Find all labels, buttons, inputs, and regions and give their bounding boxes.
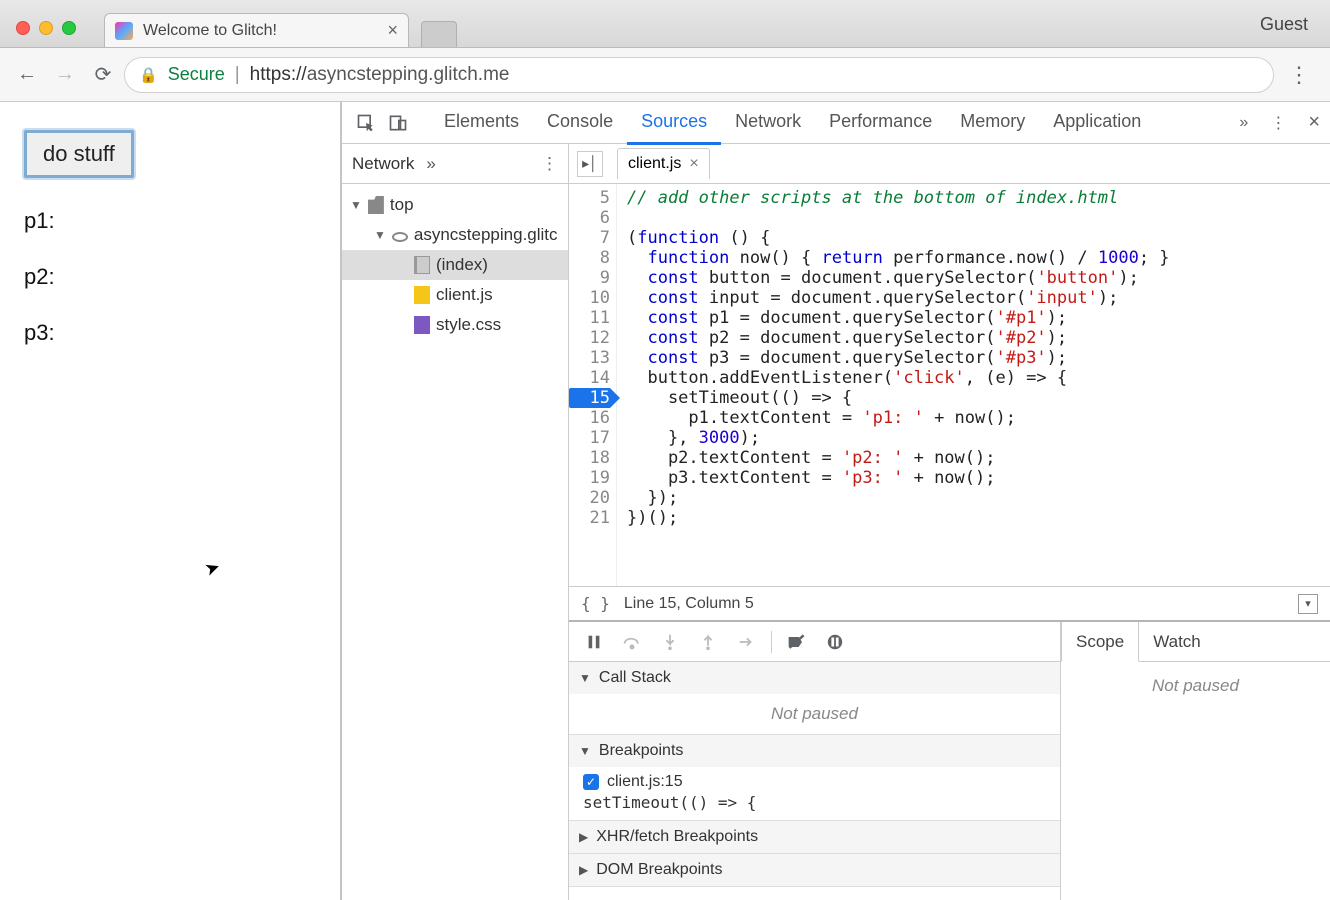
scope-watch-tabs: Scope Watch [1061, 622, 1330, 662]
cursor-position: Line 15, Column 5 [624, 595, 754, 613]
file-tree: ▼top ▼asyncstepping.glitc (index)client.… [342, 184, 568, 346]
devtools-tab-application[interactable]: Application [1039, 101, 1155, 145]
profile-label[interactable]: Guest [1260, 14, 1330, 47]
breakpoint-checkbox[interactable]: ✓ [583, 774, 599, 790]
devtools-tab-console[interactable]: Console [533, 101, 627, 145]
devtools-tab-sources[interactable]: Sources [627, 101, 721, 145]
navigator-menu-icon[interactable]: ⋮ [541, 154, 558, 174]
breakpoints-section: ▼Breakpoints ✓ client.js:15 setTimeout((… [569, 735, 1060, 821]
traffic-lights [0, 21, 76, 47]
source-tab-clientjs[interactable]: client.js × [617, 148, 710, 179]
navigator-tabstrip: Network » ⋮ [342, 144, 568, 184]
code-editor[interactable]: 56789101112131415161718192021 // add oth… [569, 184, 1330, 586]
breakpoints-header[interactable]: ▼Breakpoints [569, 735, 1060, 767]
scope-tab[interactable]: Scope [1061, 622, 1139, 662]
tab-strip: Welcome to Glitch! × [104, 0, 1260, 47]
devtools-tab-memory[interactable]: Memory [946, 101, 1039, 145]
maximize-window-button[interactable] [62, 21, 76, 35]
close-window-button[interactable] [16, 21, 30, 35]
more-tabs-icon[interactable]: » [1239, 114, 1248, 132]
p1-label: p1: [24, 208, 316, 234]
devtools-tabstrip: ElementsConsoleSourcesNetworkPerformance… [342, 102, 1330, 144]
pause-button[interactable] [577, 627, 611, 657]
file-tree-item[interactable]: client.js [342, 280, 568, 310]
step-button[interactable] [729, 627, 763, 657]
reload-button[interactable]: ⟳ [86, 58, 120, 92]
file-tree-item[interactable]: (index) [342, 250, 568, 280]
page-content: do stuff p1: p2: p3: ➤ [0, 102, 342, 900]
close-source-tab-icon[interactable]: × [689, 155, 698, 173]
omnibar: ← → ⟳ 🔒 Secure | https://asyncstepping.g… [0, 48, 1330, 102]
pause-on-exceptions-button[interactable] [818, 627, 852, 657]
devtools-tab-elements[interactable]: Elements [430, 101, 533, 145]
tree-domain[interactable]: ▼asyncstepping.glitc [342, 220, 568, 250]
breakpoint-item[interactable]: ✓ client.js:15 [569, 767, 1060, 793]
cursor-icon: ➤ [202, 556, 223, 581]
close-tab-icon[interactable]: × [387, 20, 398, 41]
source-pane: ▸│ client.js × 5678910111213141516171819… [569, 144, 1330, 620]
p3-label: p3: [24, 320, 316, 346]
browser-titlebar: Welcome to Glitch! × Guest [0, 0, 1330, 48]
tree-top[interactable]: ▼top [342, 190, 568, 220]
call-stack-header[interactable]: ▼Call Stack [569, 662, 1060, 694]
new-tab-button[interactable] [421, 21, 457, 47]
forward-button[interactable]: → [48, 58, 82, 92]
address-bar[interactable]: 🔒 Secure | https://asyncstepping.glitch.… [124, 57, 1274, 93]
back-button[interactable]: ← [10, 58, 44, 92]
navigator-more-icon[interactable]: » [426, 154, 435, 174]
statusbar-dropdown-icon[interactable]: ▾ [1298, 594, 1318, 614]
debugger-toolbar [569, 622, 1060, 662]
browser-menu-button[interactable]: ⋮ [1278, 62, 1320, 88]
navigator-tab-network[interactable]: Network [352, 154, 414, 174]
toggle-navigator-icon[interactable]: ▸│ [577, 151, 603, 177]
watch-tab[interactable]: Watch [1139, 622, 1215, 661]
step-over-button[interactable] [615, 627, 649, 657]
call-stack-not-paused: Not paused [569, 694, 1060, 734]
step-out-button[interactable] [691, 627, 725, 657]
navigator-pane: Network » ⋮ ▼top ▼asyncstepping.glitc (i… [342, 144, 569, 900]
close-devtools-icon[interactable]: × [1308, 111, 1320, 134]
scope-not-paused: Not paused [1061, 662, 1330, 710]
do-stuff-button[interactable]: do stuff [24, 130, 134, 178]
source-tabstrip: ▸│ client.js × [569, 144, 1330, 184]
devtools-tab-network[interactable]: Network [721, 101, 815, 145]
dom-breakpoints-header[interactable]: ▶DOM Breakpoints [569, 854, 1060, 886]
step-into-button[interactable] [653, 627, 687, 657]
url-text: https://asyncstepping.glitch.me [250, 64, 510, 86]
call-stack-section: ▼Call Stack Not paused [569, 662, 1060, 735]
favicon-icon [115, 22, 133, 40]
tab-title: Welcome to Glitch! [143, 22, 277, 40]
editor-statusbar: { } Line 15, Column 5 ▾ [569, 586, 1330, 620]
pretty-print-icon[interactable]: { } [581, 594, 610, 613]
devtools-tab-performance[interactable]: Performance [815, 101, 946, 145]
devtools-menu-icon[interactable]: ⋮ [1270, 113, 1286, 133]
p2-label: p2: [24, 264, 316, 290]
device-toggle-icon[interactable] [384, 109, 412, 137]
breakpoint-code-preview: setTimeout(() => { [569, 793, 1060, 820]
deactivate-breakpoints-button[interactable] [780, 627, 814, 657]
devtools: ElementsConsoleSourcesNetworkPerformance… [342, 102, 1330, 900]
xhr-breakpoints-header[interactable]: ▶XHR/fetch Breakpoints [569, 821, 1060, 853]
file-tree-item[interactable]: style.css [342, 310, 568, 340]
secure-label: Secure [168, 64, 225, 85]
minimize-window-button[interactable] [39, 21, 53, 35]
debugger-drawer: ▼Call Stack Not paused ▼Breakpoints ✓ cl… [569, 620, 1330, 900]
inspect-icon[interactable] [352, 109, 380, 137]
lock-icon: 🔒 [139, 66, 158, 84]
browser-tab[interactable]: Welcome to Glitch! × [104, 13, 409, 47]
